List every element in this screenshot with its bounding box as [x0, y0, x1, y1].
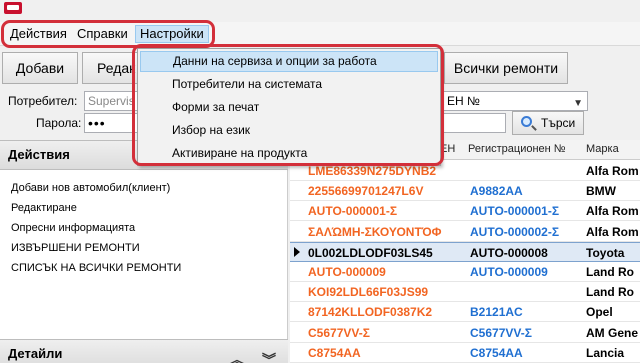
- cell-reg: C5677VV-Σ: [470, 325, 532, 340]
- cell-vin: C8754AA: [308, 345, 361, 360]
- table-row[interactable]: KOI92LDL66F03JS99 Land Ro: [290, 282, 640, 303]
- table-row[interactable]: C5677VV-Σ C5677VV-Σ AM Gene: [290, 323, 640, 343]
- table-row[interactable]: 0L002LDLODF03LS45 AUTO-000008 Toyota: [290, 241, 640, 262]
- chevron-down-icon[interactable]: ︾: [262, 346, 276, 363]
- chevron-up-icon[interactable]: ︽: [230, 346, 244, 363]
- search-input[interactable]: [440, 113, 506, 133]
- cell-vin: KOI92LDL66F03JS99: [308, 285, 429, 300]
- cell-make: AM Gene: [586, 325, 639, 340]
- cell-vin: AUTO-000009: [308, 265, 386, 279]
- column-vin[interactable]: ЕН: [440, 143, 455, 155]
- cell-reg: A9882AA: [470, 184, 523, 199]
- action-edit[interactable]: Редактиране: [11, 202, 77, 214]
- menu-item-system-users[interactable]: Потребители на системата: [140, 74, 438, 95]
- cell-make: BMW: [586, 184, 616, 199]
- add-button[interactable]: Добави: [2, 52, 78, 84]
- edit-button[interactable]: Редак: [82, 52, 142, 84]
- cell-make: Land Ro: [586, 265, 634, 279]
- table-row[interactable]: C8754AA C8754AA Lancia: [290, 343, 640, 363]
- cell-reg: AUTO-000001-Σ: [470, 204, 560, 219]
- action-completed-repairs[interactable]: ИЗВЪРШЕНИ РЕМОНТИ: [11, 242, 140, 254]
- cell-vin: 0L002LDLODF03LS45: [308, 245, 433, 260]
- cell-vin: C5677VV-Σ: [308, 325, 370, 340]
- cell-reg: AUTO-000008: [470, 245, 548, 260]
- app-icon: [4, 2, 22, 14]
- cell-make: Alfa Rom: [586, 224, 639, 239]
- menu-help[interactable]: Справки: [73, 25, 132, 43]
- cell-make: Land Ro: [586, 285, 634, 300]
- action-refresh[interactable]: Опресни информацията: [11, 222, 135, 234]
- user-input[interactable]: Supervis: [84, 91, 140, 111]
- search-button[interactable]: Търси: [512, 111, 584, 135]
- cell-reg: AUTO-000009: [470, 265, 548, 279]
- action-add-car[interactable]: Добави нов автомобил(клиент): [11, 182, 170, 194]
- cell-reg: B2121AC: [470, 305, 523, 320]
- cars-grid: ЕН Регистрационен № Марка LME86339N275DY…: [290, 140, 640, 363]
- menu-settings[interactable]: Настройки: [135, 25, 209, 43]
- menu-actions[interactable]: Действия: [6, 25, 71, 43]
- cell-make: Alfa Rom: [586, 164, 639, 178]
- table-row[interactable]: 87142KLLODF0387K2 B2121AC Opel: [290, 302, 640, 323]
- user-label: Потребител:: [8, 94, 78, 108]
- password-label: Парола:: [36, 116, 82, 130]
- menu-item-print-forms[interactable]: Форми за печат: [140, 97, 438, 118]
- menu-item-language[interactable]: Избор на език: [140, 120, 438, 141]
- chevron-down-icon: ▼: [573, 98, 583, 109]
- action-all-repairs-list[interactable]: СПИСЪК НА ВСИЧКИ РЕМОНТИ: [11, 262, 181, 274]
- menu-item-activate-product[interactable]: Активиране на продукта: [140, 143, 438, 164]
- cell-make: Opel: [586, 305, 613, 320]
- details-header[interactable]: Детайли ︽ ︾: [0, 339, 288, 363]
- current-row-indicator-icon: [294, 246, 300, 257]
- cell-vin: LME86339N275DYNB2: [308, 164, 437, 178]
- table-row[interactable]: 22556699701247L6V A9882AA BMW: [290, 181, 640, 202]
- menu-item-service-options[interactable]: Данни на сервиза и опции за работа: [140, 51, 438, 72]
- cell-make: Alfa Rom: [586, 204, 639, 219]
- cell-reg: C8754AA: [470, 345, 523, 360]
- details-title: Детайли: [8, 346, 63, 361]
- actions-panel: Действия Добави нов автомобил(клиент) Ре…: [0, 140, 288, 363]
- table-row[interactable]: AUTO-000009 AUTO-000009 Land Ro: [290, 262, 640, 282]
- cell-vin: 87142KLLODF0387K2: [308, 305, 433, 320]
- cell-make: Toyota: [586, 245, 625, 260]
- filter-combo[interactable]: ЕН № ▼: [440, 91, 588, 111]
- password-input[interactable]: •••: [84, 113, 140, 133]
- cell-vin: 22556699701247L6V: [308, 184, 424, 199]
- cell-make: Lancia: [586, 345, 625, 360]
- cell-vin: ΣΑΛΏΜΗ-ΣΚΟΥΟΝΤΌΦ: [308, 224, 442, 239]
- search-label: Търси: [541, 116, 576, 130]
- all-repairs-button[interactable]: Всички ремонти: [444, 52, 568, 84]
- cell-vin: AUTO-000001-Σ: [308, 204, 398, 219]
- filter-combo-value: ЕН №: [447, 94, 480, 108]
- table-row[interactable]: AUTO-000001-Σ AUTO-000001-Σ Alfa Rom: [290, 201, 640, 222]
- title-bar: [0, 0, 640, 22]
- settings-dropdown-menu: Данни на сервиза и опции за работа Потре…: [137, 48, 441, 166]
- cell-reg: AUTO-000002-Σ: [470, 224, 560, 239]
- table-row[interactable]: ΣΑΛΏΜΗ-ΣΚΟΥΟΝΤΌΦ AUTO-000002-Σ Alfa Rom: [290, 222, 640, 242]
- column-make[interactable]: Марка: [586, 143, 619, 155]
- column-reg[interactable]: Регистрационен №: [468, 143, 566, 155]
- search-icon: [521, 116, 532, 127]
- menu-bar: Действия Справки Настройки: [0, 22, 640, 46]
